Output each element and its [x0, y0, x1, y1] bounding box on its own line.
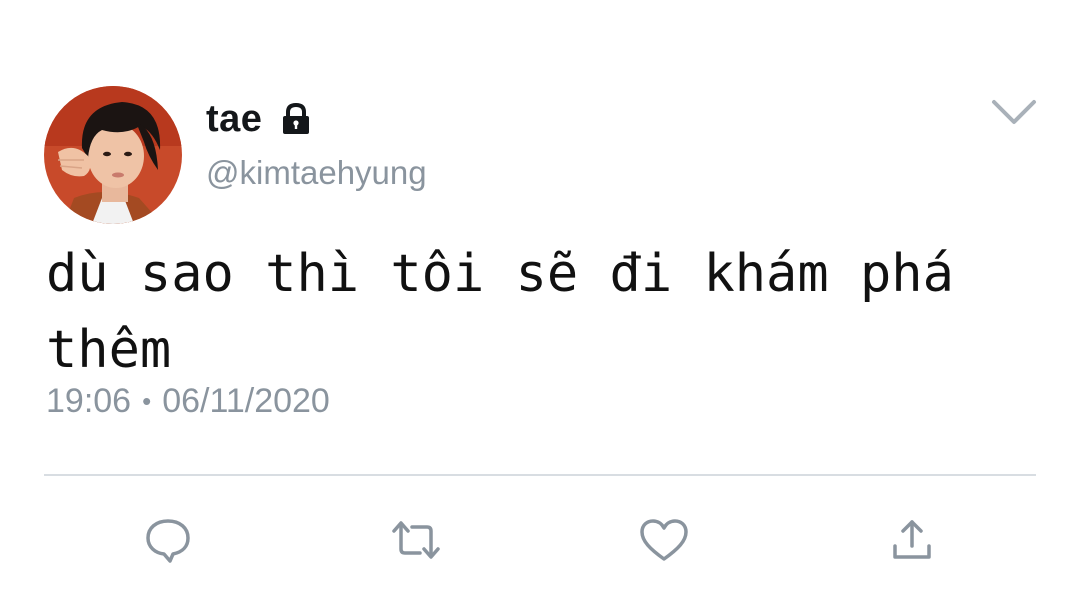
user-handle[interactable]: @kimtaehyung	[206, 154, 427, 192]
tweet-text-line-2: thêm	[46, 320, 172, 380]
timestamp[interactable]: 19:06 • 06/11/2020	[46, 382, 330, 421]
share-button[interactable]	[884, 512, 940, 568]
reply-button[interactable]	[140, 512, 196, 568]
like-button[interactable]	[636, 512, 692, 568]
heart-icon	[640, 519, 688, 561]
display-name-row: tae	[206, 96, 314, 142]
separator-dot: •	[142, 386, 152, 416]
retweet-icon	[392, 521, 440, 559]
tweet-date: 06/11/2020	[162, 382, 330, 420]
tweet-card: tae @kimtaehyung dù sao thì tôi sẽ đi kh…	[0, 0, 1080, 589]
chevron-down-icon[interactable]	[990, 96, 1038, 126]
retweet-button[interactable]	[388, 512, 444, 568]
profile-photo	[44, 86, 182, 224]
avatar[interactable]	[44, 86, 182, 224]
display-name[interactable]: tae	[206, 98, 262, 141]
share-icon	[893, 520, 931, 559]
divider	[44, 474, 1036, 476]
lock-icon	[278, 101, 314, 137]
tweet-text-line-1: dù sao thì tôi sẽ đi khám phá	[46, 244, 954, 304]
reply-icon	[146, 519, 190, 563]
tweet-time: 19:06	[46, 382, 132, 420]
tweet-text: dù sao thì tôi sẽ đi khám phá thêm	[46, 236, 1036, 388]
